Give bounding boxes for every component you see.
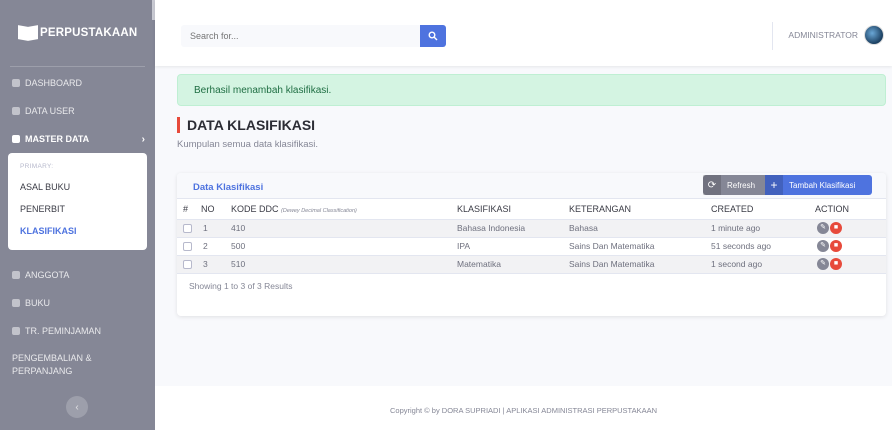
sidebar-item-pengembalian[interactable]: PENGEMBALIAN & PERPANJANG bbox=[0, 345, 155, 385]
topbar: ADMINISTRATOR bbox=[155, 0, 892, 66]
database-icon bbox=[12, 135, 20, 143]
klasifikasi-table: # NO KODE DDC (Dewey Decimal Classificat… bbox=[177, 199, 886, 274]
search-button[interactable] bbox=[420, 25, 446, 47]
trash-icon[interactable]: ■ bbox=[830, 222, 842, 234]
data-card: Data Klasifikasi ⟳ Refresh + Tambah Klas… bbox=[177, 173, 886, 316]
row-checkbox[interactable] bbox=[183, 260, 192, 270]
members-icon bbox=[12, 271, 20, 279]
search-icon bbox=[428, 31, 438, 41]
user-menu[interactable]: ADMINISTRATOR bbox=[788, 25, 884, 45]
add-label: Tambah Klasifikasi bbox=[789, 180, 856, 190]
sidebar-item-label: ANGGOTA bbox=[25, 270, 70, 280]
search-bar bbox=[181, 25, 446, 47]
col-keterangan[interactable]: KETERANGAN bbox=[569, 199, 711, 220]
divider bbox=[10, 66, 145, 67]
card-header: Data Klasifikasi ⟳ Refresh + Tambah Klas… bbox=[177, 173, 886, 199]
brand-title: PERPUSTAKAAN bbox=[40, 27, 138, 39]
cell-kode: 500 bbox=[227, 237, 457, 256]
row-checkbox[interactable] bbox=[183, 242, 192, 252]
brand[interactable]: PERPUSTAKAAN bbox=[0, 0, 155, 66]
cell-klasifikasi: Matematika bbox=[457, 255, 569, 274]
col-kode-ddc[interactable]: KODE DDC (Dewey Decimal Classification) bbox=[227, 199, 457, 220]
add-klasifikasi-button[interactable]: + Tambah Klasifikasi bbox=[765, 175, 872, 195]
sidebar-item-anggota[interactable]: ANGGOTA bbox=[0, 261, 155, 289]
col-hash: # bbox=[177, 199, 197, 220]
trash-icon[interactable]: ■ bbox=[830, 258, 842, 270]
sidebar: PERPUSTAKAAN DASHBOARD DATA USER MASTER … bbox=[0, 0, 155, 430]
cell-klasifikasi: Bahasa Indonesia bbox=[457, 219, 569, 238]
submenu-header: PRIMARY: bbox=[20, 163, 54, 170]
col-kode-note: (Dewey Decimal Classification) bbox=[281, 207, 357, 214]
cell-keterangan: Bahasa bbox=[569, 219, 711, 238]
trash-icon[interactable]: ■ bbox=[830, 240, 842, 252]
avatar bbox=[864, 25, 884, 45]
alert-message: Berhasil menambah klasifikasi. bbox=[194, 85, 332, 96]
book-icon bbox=[12, 299, 20, 307]
cell-kode: 410 bbox=[227, 219, 457, 238]
page-subtitle: Kumpulan semua data klasifikasi. bbox=[177, 139, 318, 150]
success-alert: Berhasil menambah klasifikasi. bbox=[177, 74, 886, 106]
sidebar-item-label: TR. PEMINJAMAN bbox=[25, 326, 102, 336]
copyright-footer: Copyright © by DORA SUPRIADI | APLIKASI … bbox=[155, 386, 892, 430]
cell-no: 3 bbox=[197, 255, 227, 274]
sidebar-item-label: DATA USER bbox=[25, 106, 75, 116]
cell-no: 2 bbox=[197, 237, 227, 256]
refresh-button[interactable]: ⟳ Refresh bbox=[703, 175, 765, 195]
transaction-icon bbox=[12, 327, 20, 335]
refresh-label: Refresh bbox=[727, 180, 756, 190]
table-row: 2 500 IPA Sains Dan Matematika 51 second… bbox=[177, 237, 886, 256]
sidebar-item-master-data[interactable]: MASTER DATA › bbox=[0, 125, 155, 153]
col-action: ACTION bbox=[811, 199, 886, 220]
refresh-icon: ⟳ bbox=[703, 175, 721, 195]
copyright-text: Copyright © by DORA SUPRIADI | APLIKASI … bbox=[390, 406, 657, 415]
sidebar-item-dashboard[interactable]: DASHBOARD bbox=[0, 69, 155, 97]
dashboard-icon bbox=[12, 79, 20, 87]
edit-icon[interactable]: ✎ bbox=[817, 222, 829, 234]
sidebar-item-buku[interactable]: BUKU bbox=[0, 289, 155, 317]
cell-keterangan: Sains Dan Matematika bbox=[569, 237, 711, 256]
search-input[interactable] bbox=[181, 25, 420, 47]
col-klasifikasi[interactable]: KLASIFIKASI bbox=[457, 199, 569, 220]
page-title: DATA KLASIFIKASI bbox=[177, 117, 315, 133]
col-kode-label: KODE DDC bbox=[231, 203, 279, 214]
sidebar-item-label: PENGEMBALIAN & PERPANJANG bbox=[12, 353, 92, 376]
col-created[interactable]: CREATED bbox=[711, 199, 811, 220]
edit-icon[interactable]: ✎ bbox=[817, 240, 829, 252]
user-name: ADMINISTRATOR bbox=[788, 30, 858, 40]
cell-kode: 510 bbox=[227, 255, 457, 274]
cell-created: 1 second ago bbox=[711, 255, 811, 274]
sidebar-item-label: BUKU bbox=[25, 298, 51, 308]
cell-no: 1 bbox=[197, 219, 227, 238]
table-info: Showing 1 to 3 of 3 Results bbox=[189, 280, 293, 291]
sidebar-item-label: DASHBOARD bbox=[25, 78, 83, 88]
cell-keterangan: Sains Dan Matematika bbox=[569, 255, 711, 274]
submenu-master-data: PRIMARY: ASAL BUKU PENERBIT KLASIFIKASI bbox=[8, 153, 147, 250]
submenu-item-klasifikasi[interactable]: KLASIFIKASI bbox=[8, 220, 147, 242]
sidebar-item-data-user[interactable]: DATA USER bbox=[0, 97, 155, 125]
cell-klasifikasi: IPA bbox=[457, 237, 569, 256]
table-row: 3 510 Matematika Sains Dan Matematika 1 … bbox=[177, 255, 886, 274]
submenu-item-penerbit[interactable]: PENERBIT bbox=[8, 198, 147, 220]
row-checkbox[interactable] bbox=[183, 224, 192, 234]
sidebar-toggle-button[interactable]: ‹ bbox=[66, 396, 88, 418]
table-header-row: # NO KODE DDC (Dewey Decimal Classificat… bbox=[177, 199, 886, 220]
card-title: Data Klasifikasi bbox=[193, 182, 264, 193]
submenu-item-asal-buku[interactable]: ASAL BUKU bbox=[8, 176, 147, 198]
edit-icon[interactable]: ✎ bbox=[817, 258, 829, 270]
chevron-right-icon: › bbox=[141, 133, 145, 145]
sidebar-item-tr-peminjaman[interactable]: TR. PEMINJAMAN bbox=[0, 317, 155, 345]
col-no[interactable]: NO bbox=[197, 199, 227, 220]
book-icon bbox=[18, 25, 38, 41]
table-row: 1 410 Bahasa Indonesia Bahasa 1 minute a… bbox=[177, 219, 886, 238]
topbar-divider bbox=[772, 22, 773, 50]
cell-created: 1 minute ago bbox=[711, 219, 811, 238]
cell-created: 51 seconds ago bbox=[711, 237, 811, 256]
sidebar-item-label: MASTER DATA bbox=[25, 134, 90, 144]
users-icon bbox=[12, 107, 20, 115]
plus-icon: + bbox=[765, 175, 783, 195]
